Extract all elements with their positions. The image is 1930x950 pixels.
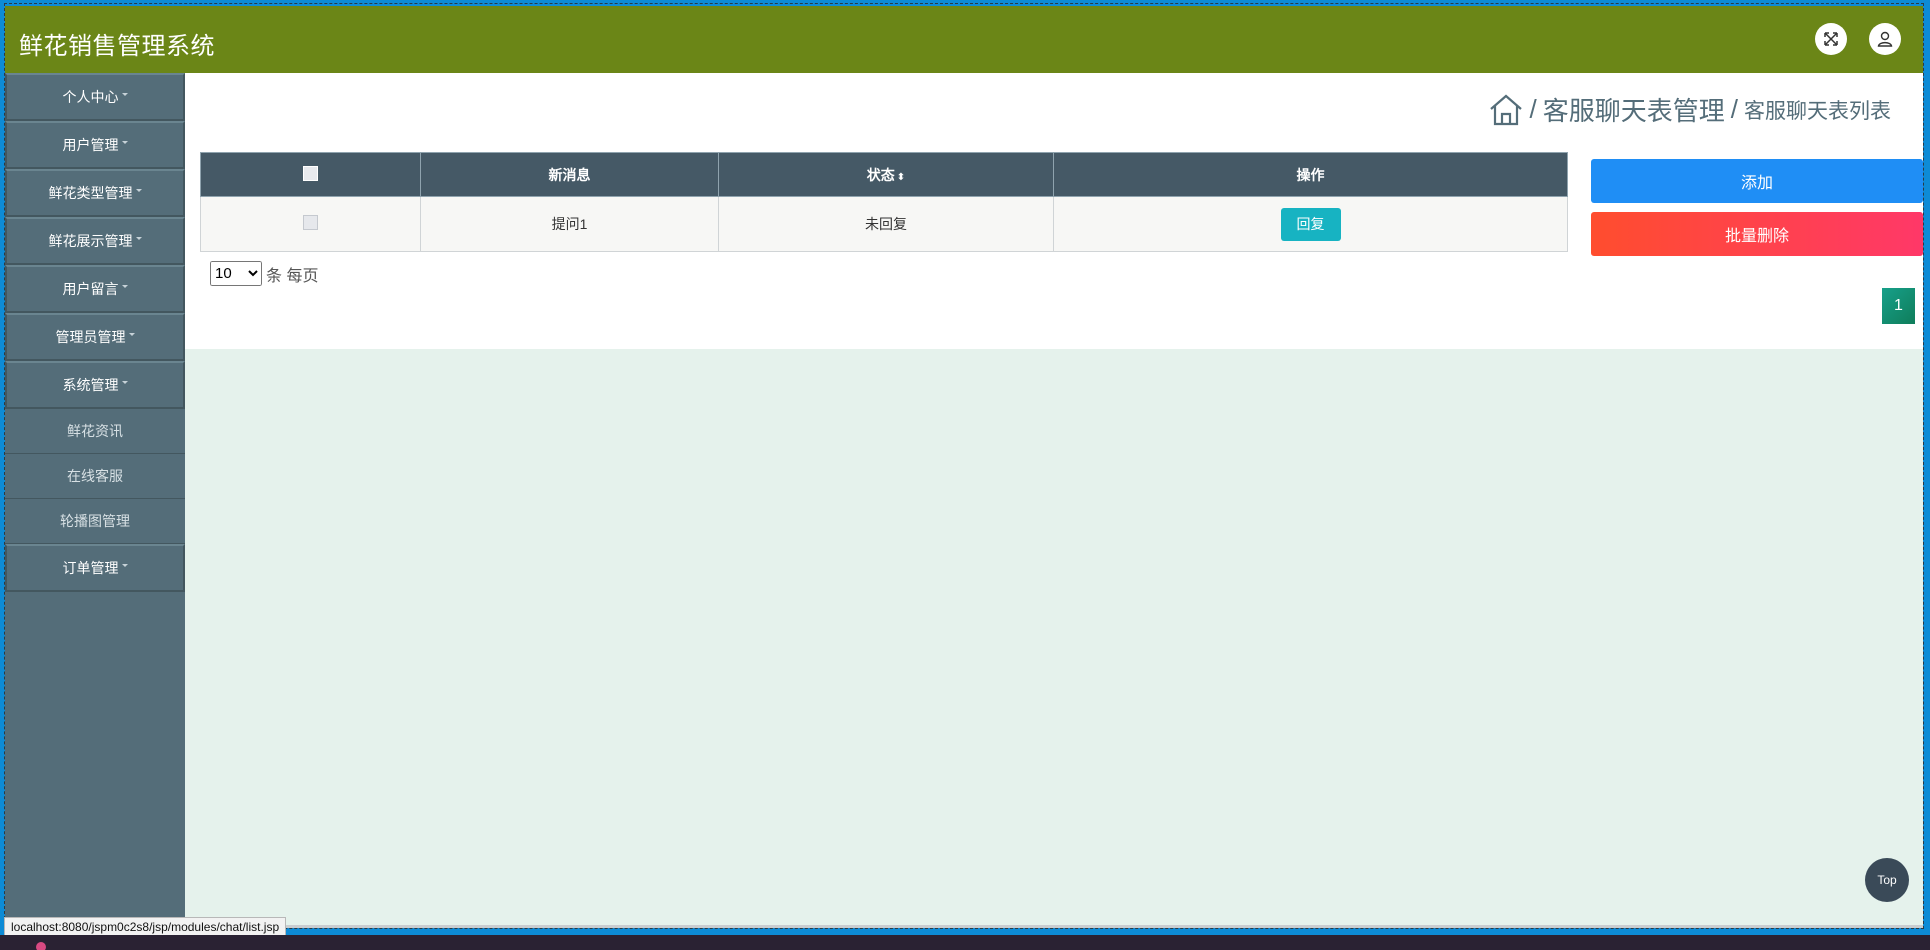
- status-bar-url: localhost:8080/jspm0c2s8/jsp/modules/cha…: [4, 917, 287, 937]
- column-header-message: 新消息: [420, 152, 719, 197]
- caret-down-icon: [121, 284, 128, 288]
- select-all-header: [200, 152, 421, 197]
- sidebar: 个人中心 用户管理 鲜花类型管理 鲜花展示管理 用户留言 管理员管理 系统管理 …: [5, 73, 185, 928]
- taskbar-app-icon[interactable]: [36, 942, 46, 950]
- column-header-label: 操作: [1296, 166, 1325, 183]
- caret-down-icon: [121, 140, 128, 144]
- top-header: 鲜花销售管理系统: [5, 6, 1923, 73]
- sidebar-item-label: 鲜花资讯: [67, 423, 123, 439]
- sidebar-item-label: 鲜花类型管理: [48, 185, 133, 201]
- table-row: 提问1 未回复 回复: [200, 196, 1568, 252]
- action-cell: 回复: [1053, 196, 1568, 252]
- column-header-actions: 操作: [1053, 152, 1568, 197]
- caret-down-icon: [121, 380, 128, 384]
- home-icon[interactable]: [1488, 92, 1524, 128]
- breadcrumb: / 客服聊天表管理 / 客服聊天表列表: [1488, 91, 1891, 128]
- sidebar-item-label: 轮播图管理: [60, 513, 130, 529]
- sidebar-item-user-management[interactable]: 用户管理: [5, 121, 185, 169]
- column-header-status[interactable]: 状态 ⬍: [718, 152, 1054, 197]
- caret-down-icon: [121, 92, 128, 96]
- table-header-row: 新消息 状态 ⬍ 操作: [200, 152, 1568, 197]
- sidebar-item-flower-news[interactable]: 鲜花资讯: [5, 409, 185, 454]
- sidebar-item-label: 鲜花展示管理: [48, 233, 133, 249]
- scroll-right-icon[interactable]: ▶: [1911, 925, 1921, 928]
- row-checkbox[interactable]: [303, 215, 318, 230]
- user-icon: [1877, 31, 1893, 47]
- sidebar-item-personal-center[interactable]: 个人中心: [5, 73, 185, 121]
- sidebar-item-label: 个人中心: [62, 89, 119, 105]
- taskbar: [0, 935, 1930, 950]
- select-all-checkbox[interactable]: [303, 165, 318, 181]
- status-cell: 未回复: [718, 196, 1054, 252]
- caret-down-icon: [135, 236, 142, 240]
- sidebar-item-admin-management[interactable]: 管理员管理: [5, 313, 185, 361]
- reply-button[interactable]: 回复: [1280, 207, 1341, 241]
- caret-down-icon: [128, 332, 135, 336]
- sidebar-item-label: 用户管理: [62, 137, 119, 153]
- user-menu-button[interactable]: [1869, 23, 1901, 55]
- sidebar-item-label: 系统管理: [62, 377, 119, 393]
- message-cell: 提问1: [420, 196, 719, 252]
- add-button[interactable]: 添加: [1591, 159, 1923, 203]
- caret-down-icon: [121, 563, 128, 567]
- page-number-current[interactable]: 1: [1882, 288, 1915, 324]
- sidebar-item-label: 订单管理: [62, 560, 119, 576]
- back-to-top-button[interactable]: Top: [1865, 858, 1909, 902]
- chat-table: 新消息 状态 ⬍ 操作 提问1 未回复 回复: [200, 152, 1568, 252]
- breadcrumb-level2: 客服聊天表列表: [1744, 99, 1891, 123]
- column-header-label: 新消息: [548, 166, 591, 183]
- column-header-label: 状态: [866, 166, 895, 183]
- sidebar-item-flower-display-management[interactable]: 鲜花展示管理: [5, 217, 185, 265]
- breadcrumb-level1[interactable]: 客服聊天表管理: [1543, 91, 1725, 128]
- expand-arrows-icon: [1824, 32, 1838, 46]
- sidebar-item-system-management[interactable]: 系统管理: [5, 361, 185, 409]
- sidebar-item-label: 管理员管理: [55, 329, 126, 345]
- main-content: / 客服聊天表管理 / 客服聊天表列表 新消息 状态 ⬍ 操作 提问1 未回复 回…: [185, 73, 1923, 349]
- breadcrumb-separator: /: [1529, 94, 1537, 124]
- sort-icon[interactable]: ⬍: [897, 172, 905, 183]
- app-root: 鲜花销售管理系统 个人中心 用户管理 鲜花类型管理 鲜花展示管理 用户留言 管理…: [5, 6, 1923, 928]
- sidebar-item-carousel-management[interactable]: 轮播图管理: [5, 499, 185, 544]
- fullscreen-button[interactable]: [1815, 23, 1847, 55]
- page-size-suffix: 条 每页: [266, 267, 319, 285]
- horizontal-scrollbar[interactable]: ▶: [185, 925, 1923, 928]
- sidebar-item-label: 用户留言: [62, 281, 119, 297]
- sidebar-item-flower-type-management[interactable]: 鲜花类型管理: [5, 169, 185, 217]
- page-size-control: 10 条 每页: [210, 261, 318, 286]
- sidebar-item-online-support[interactable]: 在线客服: [5, 454, 185, 499]
- sidebar-item-order-management[interactable]: 订单管理: [5, 544, 185, 592]
- batch-delete-button[interactable]: 批量删除: [1591, 212, 1923, 256]
- sidebar-item-user-messages[interactable]: 用户留言: [5, 265, 185, 313]
- caret-down-icon: [135, 188, 142, 192]
- app-title: 鲜花销售管理系统: [19, 33, 215, 60]
- breadcrumb-separator: /: [1730, 94, 1738, 124]
- page-size-select[interactable]: 10: [210, 261, 262, 286]
- sidebar-item-label: 在线客服: [67, 468, 123, 484]
- row-select-cell: [200, 196, 421, 252]
